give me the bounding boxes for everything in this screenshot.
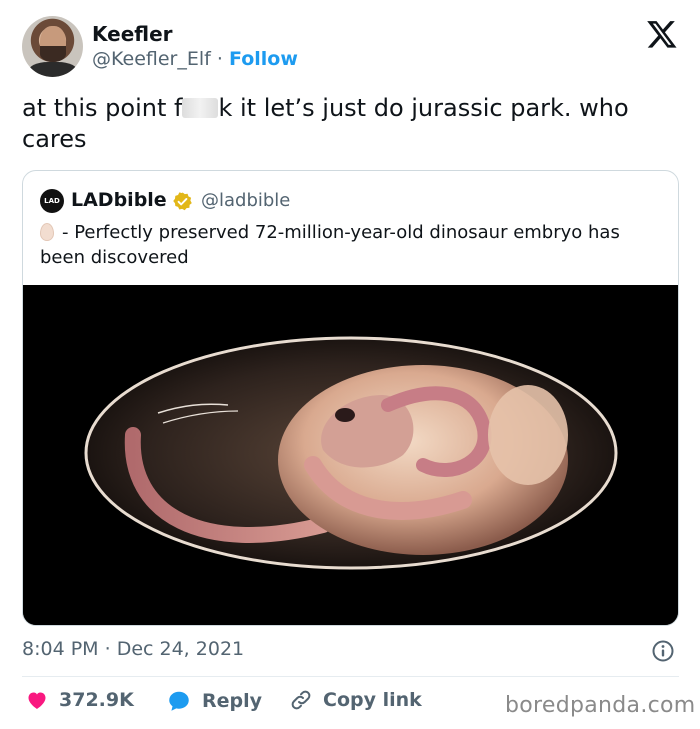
quoted-author-handle[interactable]: @ladbible	[201, 190, 290, 211]
copy-link-button[interactable]: Copy link	[289, 688, 422, 712]
like-count: 372.9K	[59, 689, 134, 711]
ladbible-logo-icon: LAD	[40, 189, 64, 213]
censor-blur	[182, 98, 219, 118]
avatar-beard	[40, 46, 66, 62]
like-button[interactable]: 372.9K	[25, 688, 134, 712]
avatar[interactable]	[22, 16, 83, 77]
divider	[22, 676, 679, 677]
quoted-text-body: - Perfectly preserved 72-million-year-ol…	[40, 222, 620, 268]
tweet-card: Keefler @Keefler_Elf · Follow at this po…	[0, 0, 700, 729]
tweet-text: at this point fk it let’s just do jurass…	[22, 93, 682, 155]
avatar-shirt	[28, 62, 78, 77]
copy-link-label: Copy link	[323, 689, 422, 711]
tweet-text-part-1: at this point f	[22, 94, 183, 122]
reply-label: Reply	[202, 690, 263, 712]
separator: ·	[216, 48, 223, 70]
tweet-date: Dec 24, 2021	[116, 638, 245, 660]
reply-bubble-icon	[169, 691, 189, 711]
link-icon	[291, 690, 311, 710]
tweet-timestamp[interactable]: 8:04 PM · Dec 24, 2021	[22, 638, 244, 660]
info-icon[interactable]	[651, 639, 675, 663]
follow-button[interactable]: Follow	[229, 48, 298, 70]
dinosaur-embryo-image[interactable]	[23, 285, 679, 626]
author-name[interactable]: Keefler	[92, 22, 173, 46]
quoted-text: - Perfectly preserved 72-million-year-ol…	[40, 220, 660, 270]
x-logo-icon[interactable]	[646, 18, 678, 50]
tweet-time: 8:04 PM	[22, 638, 99, 660]
heart-icon	[28, 692, 46, 709]
quoted-author-name[interactable]: LADbible	[71, 189, 167, 211]
egg-emoji-icon	[40, 223, 54, 241]
author-handle[interactable]: @Keefler_Elf	[92, 48, 211, 70]
verified-badge-icon	[173, 192, 192, 211]
author-handle-line: @Keefler_Elf · Follow	[92, 48, 298, 70]
quoted-tweet[interactable]: LAD LADbible @ladbible - Perfectly prese…	[22, 170, 679, 626]
timestamp-separator: ·	[104, 638, 111, 660]
watermark: boredpanda.com	[505, 693, 696, 718]
reply-button[interactable]: Reply	[166, 688, 262, 714]
